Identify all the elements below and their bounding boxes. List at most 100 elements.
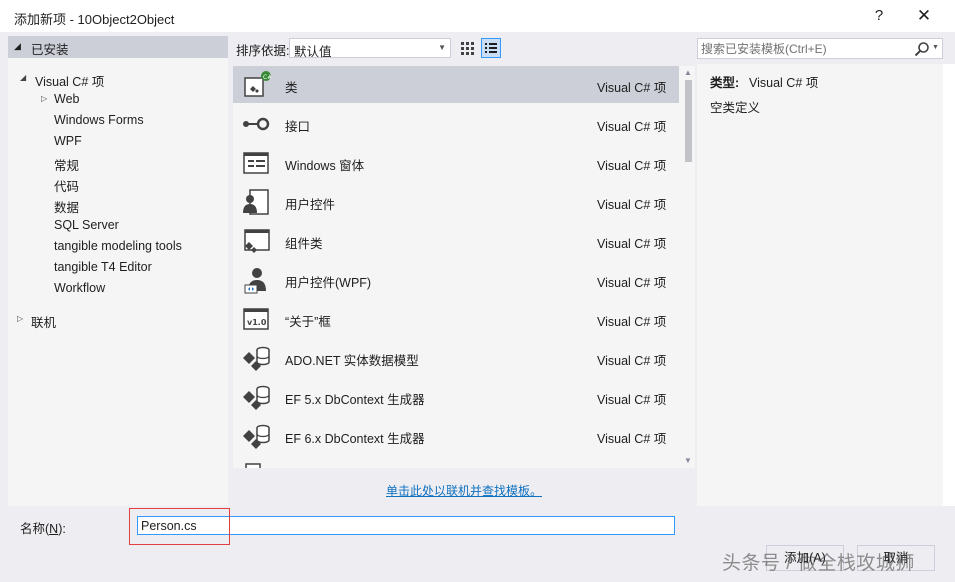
template-name: EF 5.x DbContext 生成器 <box>285 393 425 407</box>
find-templates-online-link[interactable]: 单击此处以联机并查找模板。 <box>386 482 542 499</box>
template-item-ef5-dbcontext[interactable]: EF 5.x DbContext 生成器 Visual C# 项 <box>233 378 679 415</box>
about-box-icon: v1.0 <box>243 308 269 330</box>
scroll-down-icon[interactable]: ▼ <box>684 456 692 465</box>
template-item-wpf-user-control[interactable]: 用户控件(WPF) Visual C# 项 <box>233 261 679 298</box>
name-label: 名称(N): <box>20 518 66 537</box>
tree-item-label: 数据 <box>54 201 80 215</box>
file-icon <box>245 463 261 468</box>
list-view-icon <box>485 43 497 53</box>
expanded-triangle-icon: ◢ <box>14 41 21 51</box>
type-value: Visual C# 项 <box>749 76 819 90</box>
installed-header[interactable]: ◢ 已安装 <box>8 36 228 58</box>
svg-text:v1.0: v1.0 <box>247 318 267 327</box>
template-type: Visual C# 项 <box>597 315 667 329</box>
tree-item-workflow[interactable]: Workflow <box>8 278 228 298</box>
entity-model-icon <box>243 346 270 371</box>
grid-view-button[interactable] <box>457 38 477 58</box>
dbcontext-generator-icon <box>243 424 270 449</box>
template-name: 用户控件(WPF) <box>285 276 372 290</box>
template-type: Visual C# 项 <box>597 432 667 446</box>
tree-item-label: 联机 <box>31 316 57 330</box>
scrollbar-thumb[interactable] <box>685 80 692 162</box>
add-new-item-dialog: 添加新项 - 10Object2Object ? ✕ ◢ 已安装 ◢ Visua… <box>0 0 955 582</box>
list-view-button[interactable] <box>481 38 501 58</box>
template-item-class[interactable]: C# 类 Visual C# 项 <box>233 66 679 103</box>
template-item-partial[interactable] <box>233 456 679 468</box>
template-type: Visual C# 项 <box>597 354 667 368</box>
tree-item-label: Windows Forms <box>54 113 144 127</box>
template-type: Visual C# 项 <box>597 276 667 290</box>
template-name: Windows 窗体 <box>285 159 365 173</box>
template-item-user-control[interactable]: 用户控件 Visual C# 项 <box>233 183 679 220</box>
sort-label: 排序依据: <box>236 44 290 58</box>
dbcontext-generator-icon <box>243 385 270 410</box>
template-name: ADO.NET 实体数据模型 <box>285 354 419 368</box>
tree-item-label: 代码 <box>54 180 80 194</box>
tree-item-wpf[interactable]: WPF <box>8 131 228 151</box>
tree-item-label: SQL Server <box>54 218 119 232</box>
search-input[interactable] <box>701 40 907 57</box>
search-options-chevron-icon[interactable]: ▼ <box>932 44 939 51</box>
user-control-icon <box>243 189 269 215</box>
name-label-suffix: ): <box>58 522 66 536</box>
template-type: Visual C# 项 <box>597 393 667 407</box>
template-item-ef6-dbcontext[interactable]: EF 6.x DbContext 生成器 Visual C# 项 <box>233 417 679 454</box>
watermark: 头条号 / 做全栈攻城狮 <box>722 553 915 574</box>
details-panel: 类型: Visual C# 项 空类定义 <box>697 64 943 506</box>
interface-icon <box>243 117 270 131</box>
component-class-icon <box>244 229 270 253</box>
template-item-about-box[interactable]: v1.0 “关于”框 Visual C# 项 <box>233 300 679 337</box>
template-name: 类 <box>285 81 298 95</box>
search-box[interactable]: ▼ <box>697 38 943 59</box>
collapsed-triangle-icon: ▷ <box>41 94 48 103</box>
sort-dropdown[interactable]: 默认值 ▼ <box>289 38 451 59</box>
installed-label: 已安装 <box>31 43 69 57</box>
category-panel: ◢ 已安装 ◢ Visual C# 项 ▷ Web Windows Forms … <box>8 36 228 506</box>
template-list-scrollbar[interactable]: ▲ ▼ <box>682 66 695 468</box>
name-label-accesskey: N <box>49 522 59 536</box>
template-type: Visual C# 项 <box>597 237 667 251</box>
class-icon: C# <box>244 71 271 97</box>
tree-item-label: tangible T4 Editor <box>54 260 152 274</box>
template-item-windows-form[interactable]: Windows 窗体 Visual C# 项 <box>233 144 679 181</box>
template-list: C# 类 Visual C# 项 接口 Visual C# 项 Wi <box>233 66 695 468</box>
close-button[interactable]: ✕ <box>910 4 938 28</box>
windows-form-icon <box>243 152 269 174</box>
expanded-triangle-icon: ◢ <box>20 73 27 82</box>
template-item-interface[interactable]: 接口 Visual C# 项 <box>233 105 679 142</box>
template-item-entity-model[interactable]: ADO.NET 实体数据模型 Visual C# 项 <box>233 339 679 376</box>
sort-value: 默认值 <box>294 45 332 59</box>
tree-item-label: 常规 <box>54 159 80 173</box>
template-name: EF 6.x DbContext 生成器 <box>285 432 425 446</box>
tree-item-sql-server[interactable]: SQL Server <box>8 215 228 235</box>
template-type: Visual C# 项 <box>597 198 667 212</box>
template-type: Visual C# 项 <box>597 81 667 95</box>
background-editor-edge <box>943 64 955 506</box>
template-name: 组件类 <box>285 237 323 251</box>
tree-item-windows-forms[interactable]: Windows Forms <box>8 110 228 130</box>
tree-item-general[interactable]: 常规 <box>8 152 228 173</box>
tree-item-web[interactable]: ▷ Web <box>8 89 228 109</box>
template-name: “关于”框 <box>285 315 331 329</box>
tree-item-data[interactable]: 数据 <box>8 194 228 215</box>
tree-item-visual-csharp[interactable]: ◢ Visual C# 项 <box>8 68 228 89</box>
help-button[interactable]: ? <box>866 4 892 28</box>
tree-item-tangible-modeling-tools[interactable]: tangible modeling tools <box>8 236 228 256</box>
tree-item-tangible-t4-editor[interactable]: tangible T4 Editor <box>8 257 228 277</box>
template-type: Visual C# 项 <box>597 120 667 134</box>
tree-item-online[interactable]: ▷ 联机 <box>8 309 228 330</box>
tree-item-label: Visual C# 项 <box>35 75 105 89</box>
highlight-annotation-box <box>129 508 230 545</box>
chevron-down-icon: ▼ <box>438 43 446 52</box>
tree-item-label: tangible modeling tools <box>54 239 182 253</box>
template-item-component-class[interactable]: 组件类 Visual C# 项 <box>233 222 679 259</box>
collapsed-triangle-icon: ▷ <box>17 314 24 323</box>
name-label-prefix: 名称( <box>20 522 50 536</box>
search-icon[interactable] <box>914 41 930 57</box>
tree-item-label: Workflow <box>54 281 106 295</box>
template-description: 空类定义 <box>710 101 761 115</box>
template-name: 接口 <box>285 120 311 134</box>
scroll-up-icon[interactable]: ▲ <box>684 68 692 77</box>
tree-item-code[interactable]: 代码 <box>8 173 228 194</box>
title-bar: 添加新项 - 10Object2Object ? ✕ <box>0 0 955 32</box>
